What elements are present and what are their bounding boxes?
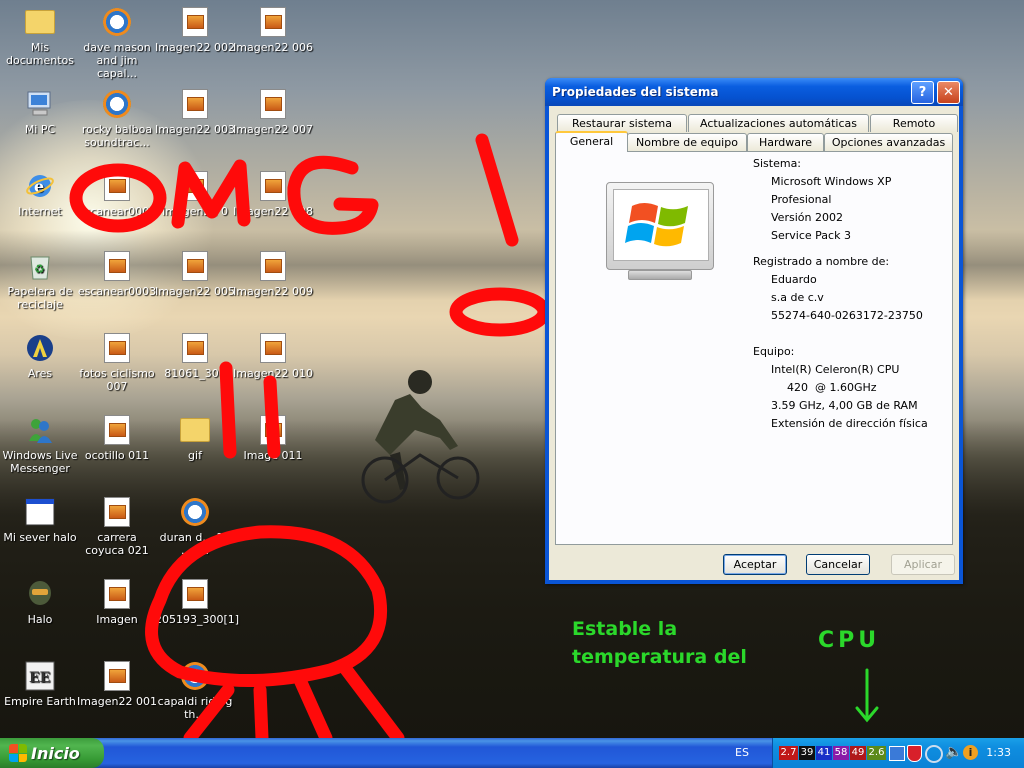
tab-nombre-de-equipo[interactable]: Nombre de equipo: [627, 133, 747, 151]
clock[interactable]: 1:33: [986, 746, 1011, 759]
tab-opciones-avanzadas[interactable]: Opciones avanzadas: [824, 133, 953, 151]
system-edition: Profesional: [771, 193, 832, 206]
system-label: Sistema:: [753, 157, 802, 170]
tray-reading[interactable]: 41: [816, 746, 832, 760]
tray-reading[interactable]: 49: [850, 746, 866, 760]
system-properties-window: Propiedades del sistema ? ✕ Restaurar si…: [545, 78, 963, 584]
equipment-pae: Extensión de dirección física: [771, 417, 928, 430]
ok-button[interactable]: Aceptar: [723, 554, 787, 575]
dialog-client-area: Restaurar sistema Actualizaciones automá…: [549, 106, 959, 580]
start-button[interactable]: Inicio: [0, 738, 104, 768]
info-icon[interactable]: i: [963, 745, 978, 760]
tray-reading[interactable]: 2.7: [779, 746, 798, 760]
windows-logo-monitor: [606, 182, 714, 270]
equipment-cpu: Intel(R) Celeron(R) CPU: [771, 363, 900, 376]
network-icon[interactable]: [889, 746, 905, 761]
sync-icon[interactable]: [925, 745, 943, 763]
general-tab-panel: Sistema: Microsoft Windows XP Profesiona…: [555, 151, 953, 545]
equipment-ram: 3.59 GHz, 4,00 GB de RAM: [771, 399, 918, 412]
windows-logo-icon: [625, 203, 688, 247]
registered-label: Registrado a nombre de:: [753, 255, 890, 268]
monitor-stand: [628, 270, 692, 280]
cancel-button[interactable]: Cancelar: [806, 554, 870, 575]
window-title: Propiedades del sistema: [552, 85, 719, 99]
tab-general[interactable]: General: [555, 131, 628, 152]
desktop: Mis documentos Mi PC e Internet ♻ Papele…: [0, 0, 1024, 738]
taskbar: Inicio ES 2.7 39 41 58 49 2.6 🔈 i 1:33: [0, 738, 1024, 768]
system-service-pack: Service Pack 3: [771, 229, 851, 242]
green-arrow-down-icon: [855, 668, 879, 723]
apply-button[interactable]: Aplicar: [891, 554, 955, 575]
language-indicator[interactable]: ES: [735, 746, 749, 759]
help-icon[interactable]: ?: [911, 80, 934, 104]
tray-reading[interactable]: 2.6: [867, 746, 886, 760]
windows-flag-icon: [9, 744, 27, 762]
annotation-note-line1: Estable la: [572, 618, 678, 640]
volume-icon[interactable]: 🔈: [945, 744, 962, 760]
tab-actualizaciones-automaticas[interactable]: Actualizaciones automáticas: [688, 114, 869, 132]
registered-user: Eduardo: [771, 273, 817, 286]
close-icon[interactable]: ✕: [937, 80, 960, 104]
tab-remoto[interactable]: Remoto: [870, 114, 958, 132]
tab-hardware[interactable]: Hardware: [747, 133, 824, 151]
shield-icon[interactable]: [907, 745, 922, 762]
start-label: Inicio: [31, 743, 80, 763]
equipment-label: Equipo:: [753, 345, 795, 358]
system-os-name: Microsoft Windows XP: [771, 175, 892, 188]
registered-organization: s.a de c.v: [771, 291, 824, 304]
tray-reading[interactable]: 39: [799, 746, 815, 760]
tray-reading[interactable]: 58: [833, 746, 849, 760]
system-tray: 2.7 39 41 58 49 2.6 🔈 i 1:33: [772, 738, 1024, 768]
annotation-cpu-label: CPU: [818, 628, 881, 653]
equipment-cpu-speed: 420 @ 1.60GHz: [787, 381, 877, 394]
system-version: Versión 2002: [771, 211, 843, 224]
tab-restaurar-sistema[interactable]: Restaurar sistema: [557, 114, 687, 132]
window-titlebar[interactable]: Propiedades del sistema ? ✕: [545, 78, 963, 106]
annotation-note-line2: temperatura del: [572, 646, 747, 668]
registered-product-id: 55274-640-0263172-23750: [771, 309, 923, 322]
